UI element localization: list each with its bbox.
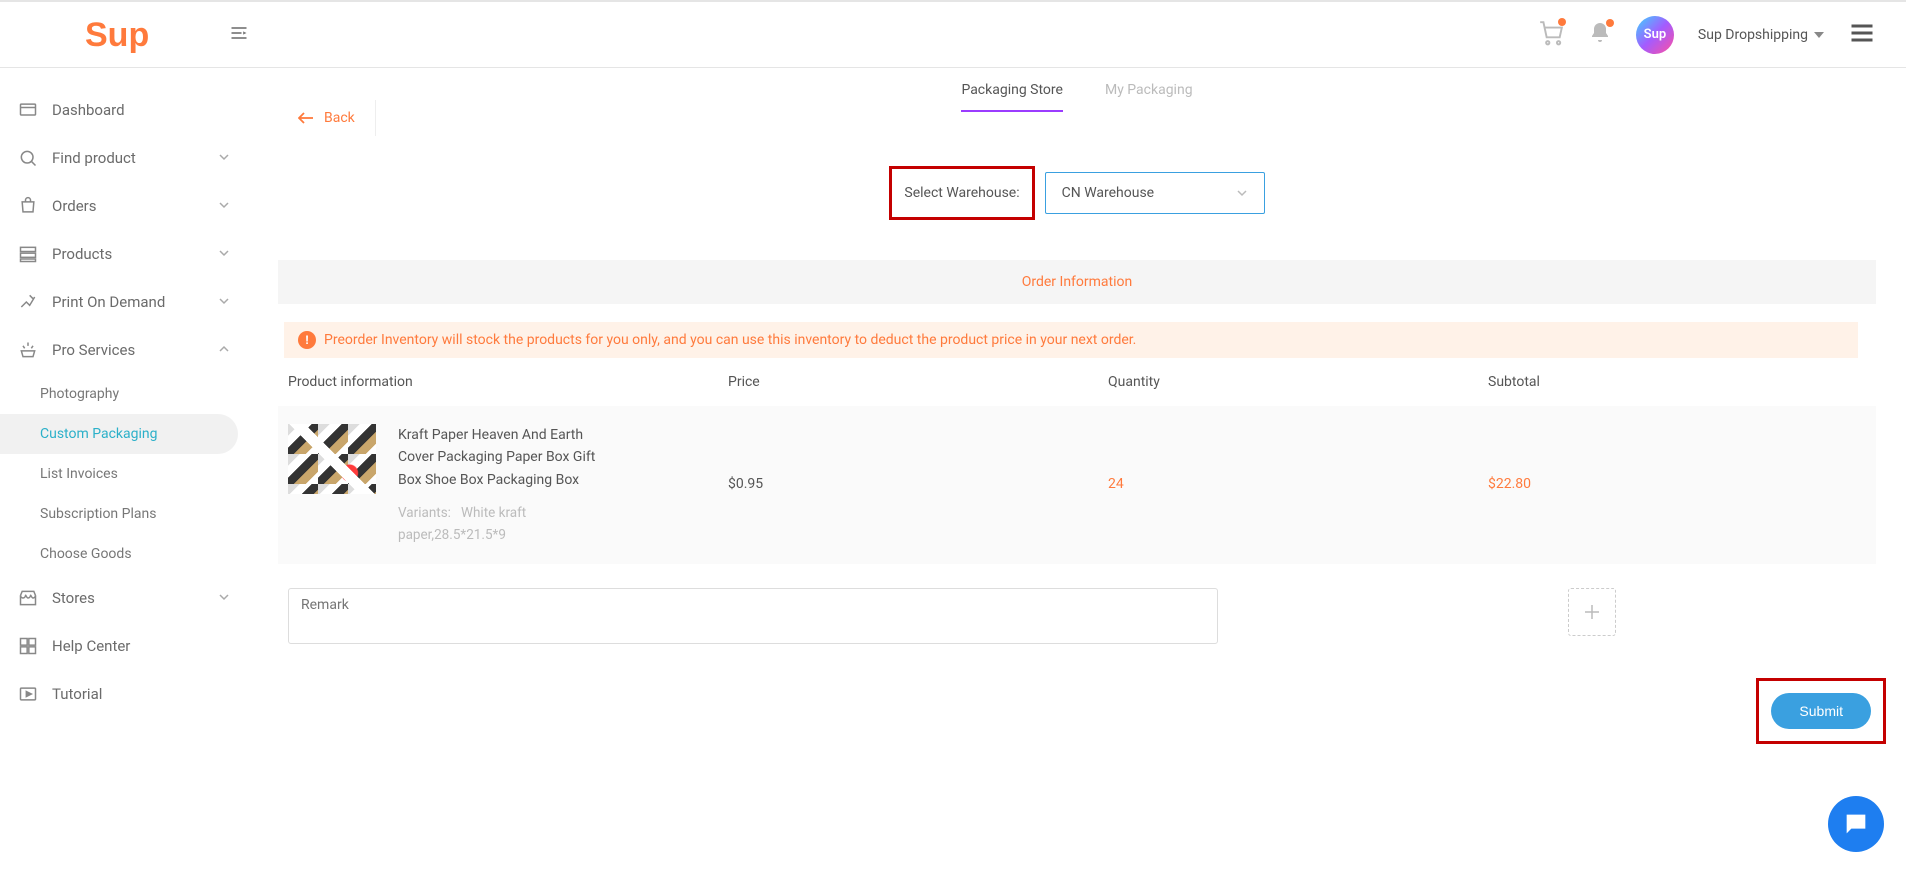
sidebar-item-label: Print On Demand <box>52 293 165 311</box>
sidebar-item-label: Tutorial <box>52 685 102 703</box>
header-left: Sup <box>20 18 249 52</box>
sidebar-sub-label: List Invoices <box>40 466 118 482</box>
submit-highlight-box: Submit <box>1756 678 1886 744</box>
product-text: Kraft Paper Heaven And Earth Cover Packa… <box>398 424 598 546</box>
remark-row <box>278 564 1876 668</box>
warehouse-row: Select Warehouse: CN Warehouse <box>248 166 1906 220</box>
sidebar-item-tutorial[interactable]: Tutorial <box>0 670 248 718</box>
sidebar-sub-label: Choose Goods <box>40 546 132 562</box>
notification-badge-dot <box>1606 19 1614 27</box>
chevron-up-icon <box>218 341 230 359</box>
chevron-down-icon <box>218 293 230 311</box>
add-attachment-button[interactable] <box>1568 588 1616 636</box>
sidebar-item-label: Products <box>52 245 112 263</box>
sidebar-item-label: Help Center <box>52 637 130 655</box>
order-info-header: Order Information <box>278 260 1876 304</box>
sidebar-item-print-on-demand[interactable]: Print On Demand <box>0 278 248 326</box>
warning-icon: ! <box>298 331 316 349</box>
sidebar-item-pro-services[interactable]: Pro Services <box>0 326 248 374</box>
table-row: Kraft Paper Heaven And Earth Cover Packa… <box>278 406 1876 564</box>
account-name-label: Sup Dropshipping <box>1698 27 1808 43</box>
back-link[interactable]: Back <box>278 100 376 136</box>
menu-icon[interactable] <box>1848 19 1876 51</box>
account-dropdown[interactable]: Sup Dropshipping <box>1698 27 1824 43</box>
sidebar-item-label: Pro Services <box>52 341 135 359</box>
sidebar-sub-label: Subscription Plans <box>40 506 156 522</box>
sidebar-item-label: Find product <box>52 149 136 167</box>
sidebar-item-help-center[interactable]: Help Center <box>0 622 248 670</box>
sidebar-sub-label: Custom Packaging <box>40 426 158 442</box>
avatar[interactable]: Sup <box>1636 16 1674 54</box>
sidebar-item-label: Stores <box>52 589 95 607</box>
header-right: Sup Sup Dropshipping <box>1538 16 1886 54</box>
sidebar-item-label: Orders <box>52 197 97 215</box>
plus-icon <box>1583 603 1601 621</box>
warning-text: Preorder Inventory will stock the produc… <box>324 332 1136 348</box>
warehouse-selected-value: CN Warehouse <box>1062 185 1154 201</box>
variants-label: Variants: <box>398 505 451 521</box>
sidebar-item-label: Dashboard <box>52 101 125 119</box>
sidebar-sub-label: Photography <box>40 386 119 402</box>
sidebar-sub-list-invoices[interactable]: List Invoices <box>0 454 248 494</box>
chevron-down-icon <box>218 197 230 215</box>
main-content: Packaging Store My Packaging Back Select… <box>248 68 1906 872</box>
col-header-quantity: Quantity <box>1108 374 1488 390</box>
chevron-down-icon <box>1236 187 1248 199</box>
product-title: Kraft Paper Heaven And Earth Cover Packa… <box>398 424 598 491</box>
top-header: Sup Sup Sup Dropshipping <box>0 0 1906 68</box>
cell-price: $0.95 <box>728 424 1108 492</box>
submit-button[interactable]: Submit <box>1771 693 1871 729</box>
product-image <box>288 424 376 494</box>
col-header-price: Price <box>728 374 1108 390</box>
sidebar-sub-choose-goods[interactable]: Choose Goods <box>0 534 248 574</box>
cart-icon[interactable] <box>1538 20 1564 50</box>
sidebar-item-dashboard[interactable]: Dashboard <box>0 86 248 134</box>
sidebar-item-orders[interactable]: Orders <box>0 182 248 230</box>
col-header-product: Product information <box>288 374 728 390</box>
sidebar: Dashboard Find product Orders Products <box>0 68 248 872</box>
warehouse-select[interactable]: CN Warehouse <box>1045 172 1265 214</box>
table-header: Product information Price Quantity Subto… <box>278 358 1876 402</box>
warning-bar: ! Preorder Inventory will stock the prod… <box>284 322 1858 358</box>
tab-packaging-store[interactable]: Packaging Store <box>961 82 1063 112</box>
notification-icon[interactable] <box>1588 21 1612 49</box>
sidebar-item-stores[interactable]: Stores <box>0 574 248 622</box>
chevron-down-icon <box>218 149 230 167</box>
sidebar-item-products[interactable]: Products <box>0 230 248 278</box>
sidebar-toggle-icon[interactable] <box>229 23 249 47</box>
tabs: Packaging Store My Packaging <box>248 68 1906 112</box>
chat-widget-button[interactable] <box>1828 796 1884 852</box>
app-logo[interactable]: Sup <box>85 18 149 52</box>
cell-quantity: 24 <box>1108 424 1488 492</box>
sidebar-item-find-product[interactable]: Find product <box>0 134 248 182</box>
chevron-down-icon <box>218 589 230 607</box>
product-cell: Kraft Paper Heaven And Earth Cover Packa… <box>288 424 728 546</box>
remark-input[interactable] <box>288 588 1218 644</box>
sidebar-sub-custom-packaging[interactable]: Custom Packaging <box>0 414 238 454</box>
tab-my-packaging[interactable]: My Packaging <box>1105 82 1193 112</box>
chevron-down-icon <box>218 245 230 263</box>
back-label: Back <box>324 110 355 126</box>
cart-badge-dot <box>1558 18 1566 26</box>
warehouse-label: Select Warehouse: <box>889 166 1034 220</box>
sidebar-sub-subscription-plans[interactable]: Subscription Plans <box>0 494 248 534</box>
sidebar-sub-photography[interactable]: Photography <box>0 374 248 414</box>
cell-subtotal: $22.80 <box>1488 424 1866 492</box>
col-header-subtotal: Subtotal <box>1488 374 1866 390</box>
product-variants: Variants: White kraft paper,28.5*21.5*9 <box>398 503 598 546</box>
chat-icon <box>1842 810 1870 838</box>
